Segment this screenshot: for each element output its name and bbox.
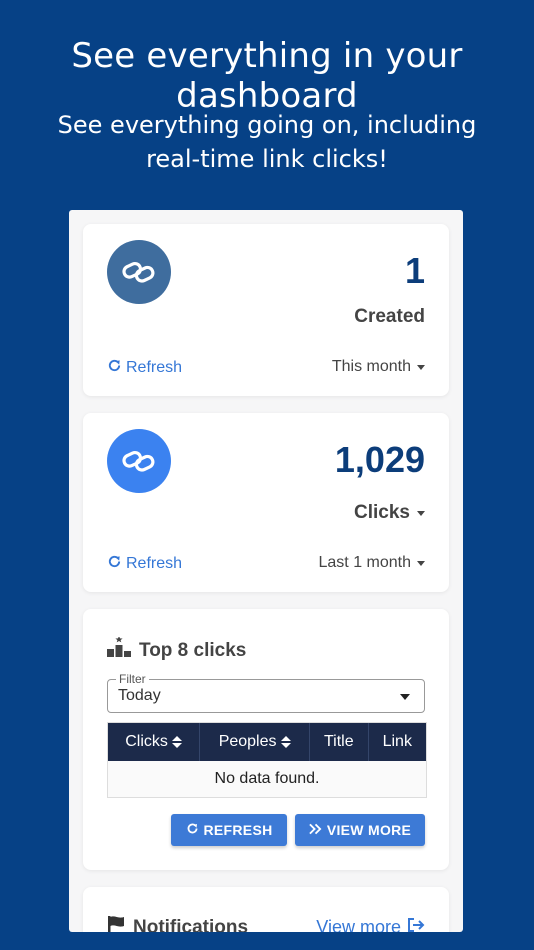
link-icon	[107, 240, 171, 304]
column-clicks[interactable]: Clicks	[108, 723, 201, 761]
sign-out-arrow-icon	[407, 917, 425, 932]
clicks-period-dropdown[interactable]: Last 1 month	[318, 554, 425, 572]
created-refresh-link[interactable]: Refresh	[107, 358, 182, 378]
column-peoples[interactable]: Peoples	[200, 723, 311, 761]
created-count: 1	[404, 250, 425, 291]
flag-icon	[107, 915, 125, 932]
notifications-heading: Notifications	[107, 915, 248, 932]
created-card: 1 Created Refresh This month	[83, 224, 449, 396]
refresh-label: Refresh	[126, 359, 183, 376]
refresh-label: Refresh	[126, 555, 183, 572]
notifications-title: Notifications	[133, 917, 249, 932]
clicks-card: 1,029 Clicks Refresh Last 1 month	[83, 413, 449, 592]
view-more-button-label: VIEW MORE	[326, 822, 412, 838]
notifications-view-more-link[interactable]: View more	[316, 917, 425, 932]
created-period-dropdown[interactable]: This month	[332, 358, 425, 376]
period-label: Last 1 month	[318, 554, 412, 571]
empty-state: No data found.	[108, 761, 426, 797]
dashboard-screenshot: 1 Created Refresh This month 1,029 Click…	[69, 210, 463, 932]
clicks-label: Clicks	[354, 502, 410, 523]
refresh-icon	[107, 358, 122, 378]
filter-select[interactable]: Filter Today	[107, 672, 425, 713]
top-clicks-title: Top 8 clicks	[139, 640, 247, 661]
created-label: Created	[354, 306, 425, 327]
refresh-icon	[107, 554, 122, 574]
refresh-icon	[186, 822, 199, 838]
notifications-card: Notifications View more	[83, 887, 449, 932]
chevron-down-icon	[417, 560, 425, 566]
hero-subtitle: See everything going on, including real-…	[40, 108, 494, 176]
sort-icon	[171, 736, 182, 748]
podium-icon	[107, 636, 131, 665]
refresh-button-label: REFRESH	[203, 822, 273, 838]
chevron-down-icon	[400, 694, 410, 700]
refresh-button[interactable]: REFRESH	[171, 814, 287, 846]
chevron-down-icon	[417, 510, 425, 516]
column-link: Link	[382, 733, 412, 750]
clicks-metric-dropdown[interactable]: Clicks	[354, 502, 425, 524]
top-clicks-card: Top 8 clicks Filter Today Clicks Peoples…	[83, 609, 449, 870]
sort-icon	[280, 736, 291, 748]
double-chevron-right-icon	[309, 822, 322, 838]
view-more-button[interactable]: VIEW MORE	[295, 814, 425, 846]
filter-value: Today	[118, 687, 161, 704]
view-more-label: View more	[316, 917, 401, 932]
filter-label: Filter	[116, 672, 149, 686]
period-label: This month	[331, 358, 411, 375]
clicks-count: 1,029	[334, 439, 425, 480]
table-header: Clicks Peoples Title Link	[108, 723, 426, 761]
column-title: Title	[310, 723, 369, 761]
chevron-down-icon	[417, 364, 425, 370]
link-icon	[107, 429, 171, 493]
top-clicks-heading: Top 8 clicks	[107, 636, 247, 665]
hero-title: See everything in your dashboard	[71, 36, 463, 116]
hero-subtitle-line2: real-time link clicks!	[146, 145, 388, 173]
clicks-refresh-link[interactable]: Refresh	[107, 554, 182, 574]
top-clicks-table: Clicks Peoples Title Link No data found.	[107, 722, 427, 798]
hero-subtitle-line1: See everything going on, including	[57, 111, 477, 139]
